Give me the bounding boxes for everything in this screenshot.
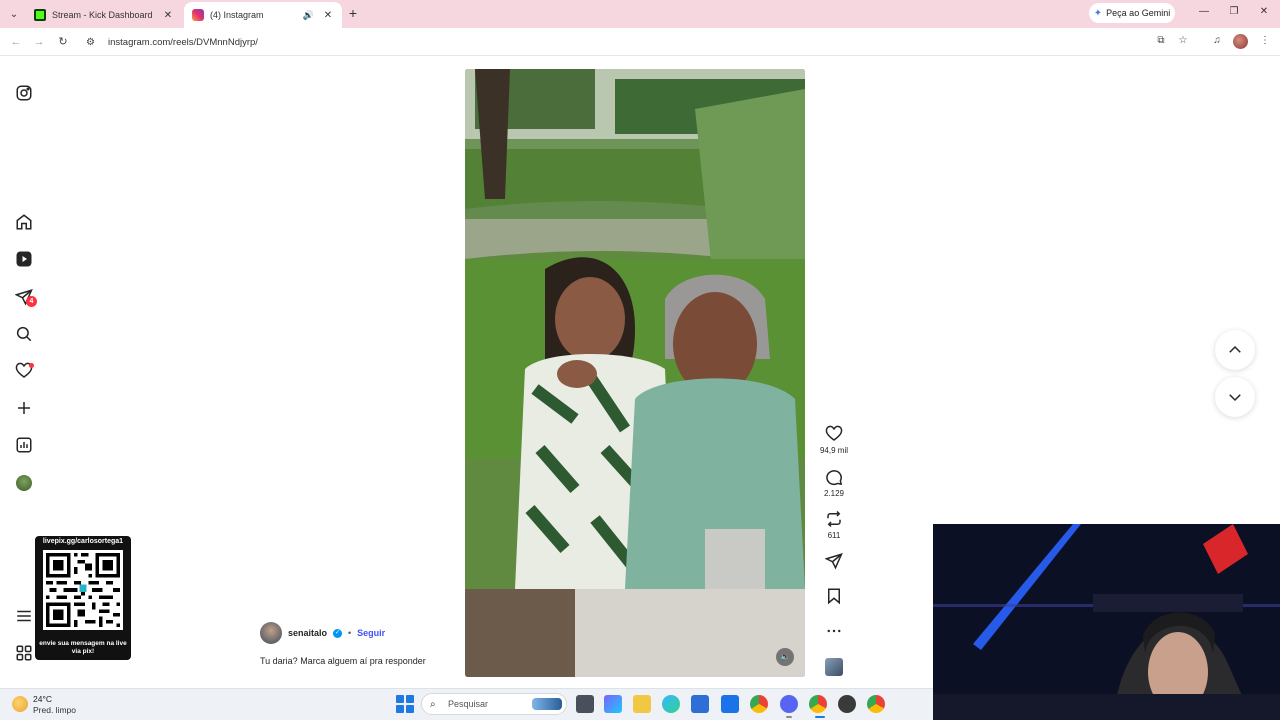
new-tab-button[interactable]: + — [346, 6, 360, 20]
discord-icon[interactable] — [780, 695, 798, 713]
repost-icon[interactable] — [825, 510, 843, 528]
bookmark-star-icon[interactable]: ☆ — [1176, 35, 1190, 49]
unmute-icon[interactable]: 🔈 — [776, 648, 794, 666]
livepix-qr-overlay: livepix.gg/carlosortega1 envie sua mensa… — [35, 536, 131, 660]
author-avatar[interactable] — [260, 622, 282, 644]
previous-reel-button[interactable] — [1215, 330, 1255, 370]
tab-instagram[interactable]: (4) Instagram 🔊 ✕ — [184, 2, 342, 28]
comment-count: 2.129 — [823, 489, 845, 498]
browser-menu-icon[interactable]: ⋮ — [1258, 35, 1272, 49]
plus-icon[interactable] — [14, 398, 34, 418]
tab-search-chevron-icon[interactable]: ⌄ — [6, 6, 22, 22]
search-icon[interactable] — [14, 324, 34, 344]
more-options-icon[interactable] — [825, 622, 843, 640]
grid-icon[interactable] — [14, 643, 34, 663]
task-view-icon[interactable] — [576, 695, 594, 713]
gemini-button[interactable]: ✦ Peça ao Gemini — [1089, 3, 1175, 23]
menu-icon[interactable] — [14, 606, 34, 626]
share-action — [814, 552, 854, 570]
save-action — [814, 587, 854, 605]
back-button[interactable]: ← — [8, 34, 24, 50]
address-bar[interactable]: ⚙ instagram.com/reels/DVMnnNdjyrp/ — [82, 32, 1182, 52]
repost-count: 611 — [827, 531, 841, 540]
gemini-sparkle-icon: ✦ — [1093, 7, 1103, 19]
instagram-favicon-icon — [192, 9, 204, 21]
windows-start-icon[interactable] — [396, 695, 414, 713]
search-highlight-image — [532, 698, 562, 710]
comment-icon[interactable] — [825, 468, 843, 486]
browser-profile-avatar[interactable] — [1233, 34, 1248, 49]
webcam-overlay — [933, 524, 1280, 720]
reel-video[interactable] — [465, 69, 805, 677]
browser-toolbar: ← → ↻ ⚙ instagram.com/reels/DVMnnNdjyrp/… — [0, 28, 1280, 56]
messages-badge: 4 — [26, 296, 37, 307]
close-tab-icon[interactable]: ✕ — [322, 10, 334, 21]
restore-window-button[interactable]: ❐ — [1227, 6, 1241, 20]
post-caption: Tu daria? Marca alguem aí pra responder — [260, 656, 426, 666]
comment-action: 2.129 — [814, 468, 854, 498]
chevron-up-icon — [1229, 345, 1241, 353]
forward-button[interactable]: → — [31, 34, 47, 50]
repost-action: 611 — [814, 510, 854, 540]
like-count: 94,9 mil — [819, 446, 848, 455]
chevron-down-icon — [1229, 394, 1241, 402]
obs-icon[interactable] — [838, 695, 856, 713]
gemini-label: Peça ao Gemini — [1106, 8, 1171, 18]
insights-icon[interactable] — [14, 435, 34, 455]
home-icon[interactable] — [14, 212, 34, 232]
active-indicator — [815, 716, 825, 718]
qr-code-image — [43, 550, 123, 630]
instagram-icon[interactable] — [14, 83, 34, 103]
qr-top-text: livepix.gg/carlosortega1 — [42, 538, 124, 545]
tab-kick-dashboard[interactable]: Stream - Kick Dashboard ✕ — [26, 2, 182, 28]
separator-dot: • — [348, 628, 352, 638]
file-explorer-icon[interactable] — [633, 695, 651, 713]
author-username[interactable]: senaitalo — [288, 628, 327, 638]
tab-title: Stream - Kick Dashboard — [52, 10, 153, 20]
chrome-alt-icon[interactable] — [867, 695, 885, 713]
verified-badge-icon: ✓ — [333, 628, 343, 638]
qr-bottom-text: envie sua mensagem na live via pix! — [39, 640, 127, 655]
reels-icon[interactable] — [14, 249, 34, 269]
close-tab-icon[interactable]: ✕ — [162, 10, 174, 21]
like-action: 94,9 mil — [814, 425, 854, 455]
tab-audio-icon[interactable]: 🔊 — [303, 10, 314, 21]
reload-button[interactable]: ↻ — [55, 34, 71, 50]
post-author: senaitalo ✓ • Seguir — [260, 622, 385, 644]
share-icon[interactable] — [825, 552, 843, 570]
original-audio-thumbnail[interactable] — [825, 658, 843, 676]
chrome-icon[interactable] — [750, 695, 768, 713]
next-reel-button[interactable] — [1215, 377, 1255, 417]
more-options-action — [814, 622, 854, 640]
follow-button[interactable]: Seguir — [357, 628, 385, 638]
running-indicator — [786, 716, 792, 718]
search-icon: ⌕ — [430, 698, 436, 710]
copilot-icon[interactable] — [604, 695, 622, 713]
profile-avatar[interactable] — [16, 475, 32, 491]
url-text[interactable]: instagram.com/reels/DVMnnNdjyrp/ — [108, 37, 258, 48]
mail-icon[interactable] — [721, 695, 739, 713]
weather-description[interactable]: Pred. limpo — [33, 705, 76, 715]
taskbar-search-input[interactable]: ⌕ Pesquisar — [421, 693, 567, 715]
tab-title: (4) Instagram — [210, 10, 264, 20]
taskbar-search-placeholder: Pesquisar — [448, 699, 489, 709]
bookmark-icon[interactable] — [825, 587, 843, 605]
weather-sun-icon[interactable] — [12, 696, 28, 712]
heart-icon[interactable] — [825, 425, 843, 443]
chrome-profile-icon[interactable] — [809, 695, 827, 713]
notification-dot — [29, 363, 34, 368]
install-app-icon[interactable]: ⧉ — [1154, 35, 1168, 49]
store-icon[interactable] — [691, 695, 709, 713]
weather-temperature[interactable]: 24°C — [33, 694, 52, 704]
minimize-window-button[interactable]: — — [1197, 6, 1211, 20]
media-controls-icon[interactable]: ♫ — [1210, 35, 1224, 49]
edge-icon[interactable] — [662, 695, 680, 713]
kick-favicon-icon — [34, 9, 46, 21]
browser-tabbar: ⌄ Stream - Kick Dashboard ✕ (4) Instagra… — [0, 0, 1280, 28]
close-window-button[interactable]: ✕ — [1257, 6, 1271, 20]
site-info-icon[interactable]: ⚙ — [86, 37, 102, 48]
